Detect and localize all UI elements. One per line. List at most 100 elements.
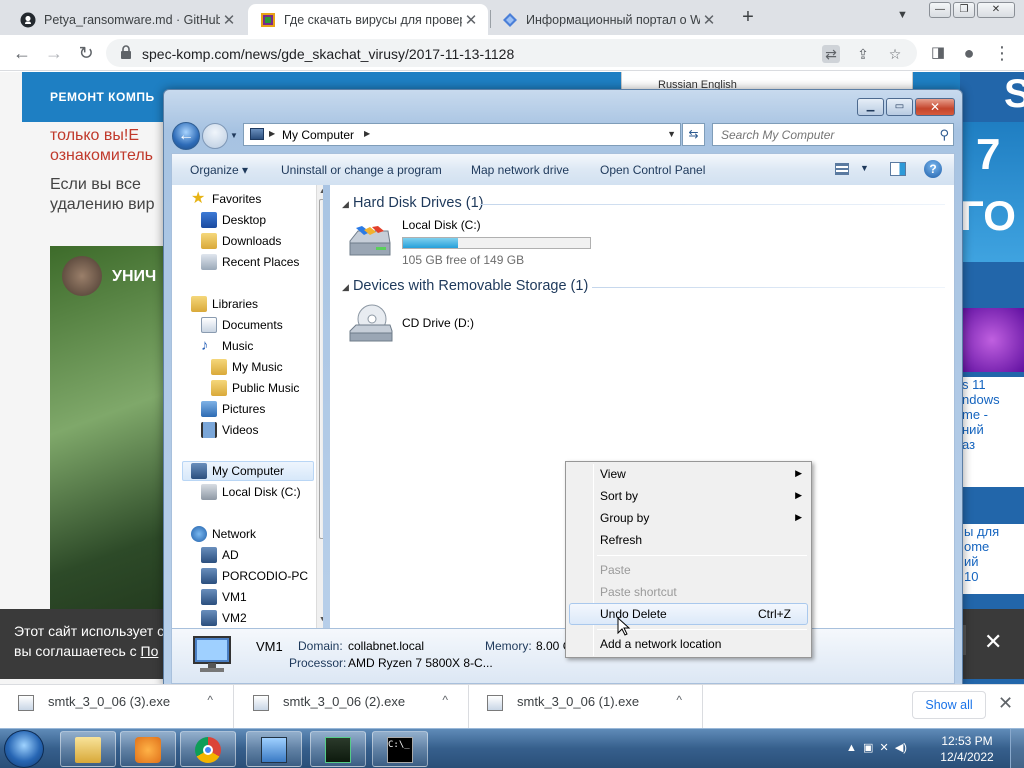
tab-info-portal[interactable]: Информационный портал о W ✕ [490, 4, 726, 35]
cookie-policy-link[interactable]: По [141, 643, 159, 659]
forward-arrow-icon[interactable]: → [42, 41, 66, 65]
menu-item-refresh[interactable]: Refresh [569, 529, 808, 551]
chevron-up-icon[interactable]: ^ [676, 693, 682, 707]
tab-search-chevron-icon[interactable]: ▼ [897, 9, 908, 21]
close-downloads-bar-icon[interactable]: ✕ [998, 693, 1013, 714]
open-control-panel-button[interactable]: Open Control Panel [600, 163, 705, 177]
refresh-icon[interactable]: ⇆ [682, 123, 705, 146]
menu-item-paste-shortcut[interactable]: Paste shortcut [569, 581, 808, 603]
nav-my-computer[interactable]: My Computer [182, 461, 314, 481]
taskbar-chrome[interactable] [180, 731, 236, 767]
search-icon[interactable]: ⚲ [939, 127, 949, 143]
group-removable-storage[interactable]: ◢ Devices with Removable Storage (1) [342, 278, 588, 294]
map-network-drive-button[interactable]: Map network drive [471, 163, 569, 177]
nav-network[interactable]: Network [191, 524, 256, 544]
menu-item-paste[interactable]: Paste [569, 559, 808, 581]
taskbar-task-manager[interactable] [310, 731, 366, 767]
nav-local-disk[interactable]: Local Disk (C:) [201, 482, 301, 502]
nav-network-porcodio[interactable]: PORCODIO-PC [201, 566, 308, 586]
explorer-minimize-button[interactable]: ▁ [857, 98, 884, 116]
menu-kebab-icon[interactable]: ⋮ [990, 41, 1014, 65]
taskbar-control-panel[interactable] [246, 731, 302, 767]
explorer-back-button[interactable]: ← [172, 122, 200, 150]
nav-network-vm2[interactable]: VM2 [201, 608, 247, 628]
taskbar-media-player[interactable] [120, 731, 176, 767]
cd-drive-icon[interactable] [346, 301, 396, 345]
ad-side-text[interactable]: s 11 ndows me - ний аз [960, 377, 1024, 487]
drive-c-name[interactable]: Local Disk (C:) [402, 218, 481, 232]
menu-item-add-network-location[interactable]: Add a network location [569, 633, 808, 655]
uninstall-program-button[interactable]: Uninstall or change a program [281, 163, 442, 177]
collapse-triangle-icon[interactable]: ◢ [342, 199, 349, 209]
collapse-triangle-icon[interactable]: ◢ [342, 282, 349, 292]
translate-icon[interactable]: ⇄ [822, 45, 840, 63]
breadcrumb-arrow-icon[interactable]: ▶ [364, 129, 370, 138]
tab-github[interactable]: Petya_ransomware.md · GitHub ✕ [8, 4, 246, 35]
taskbar-clock[interactable]: 12:53 PM 12/4/2022 [934, 733, 1000, 765]
explorer-forward-button[interactable] [202, 123, 228, 149]
nav-libraries[interactable]: Libraries [191, 294, 258, 314]
breadcrumb-arrow-icon[interactable]: ▶ [269, 129, 275, 138]
site-nav-item[interactable]: РЕМОНТ КОМПЬ [50, 90, 155, 104]
address-dropdown-icon[interactable]: ▼ [667, 129, 676, 139]
scroll-up-icon[interactable]: ▲ [319, 188, 323, 195]
back-arrow-icon[interactable]: ← [10, 41, 34, 65]
nav-desktop[interactable]: Desktop [201, 210, 266, 230]
nav-public-music[interactable]: Public Music [211, 378, 299, 398]
download-item[interactable]: smtk_3_0_06 (1).exe ^ [469, 685, 703, 729]
tab-close-icon[interactable]: ✕ [700, 11, 718, 29]
nav-favorites[interactable]: ★ Favorites [191, 189, 261, 209]
help-icon[interactable]: ? [924, 160, 942, 178]
nav-videos[interactable]: Videos [201, 420, 258, 440]
download-item[interactable]: smtk_3_0_06 (2).exe ^ [235, 685, 469, 729]
nav-pictures[interactable]: Pictures [201, 399, 265, 419]
nav-network-ad[interactable]: AD [201, 545, 239, 565]
nav-scroll-thumb[interactable] [319, 199, 323, 539]
menu-item-group-by[interactable]: Group by ▶ [569, 507, 808, 529]
hard-drive-icon[interactable] [346, 225, 394, 261]
organize-button[interactable]: Organize ▾ [190, 163, 248, 177]
view-options-dropdown-icon[interactable]: ▼ [860, 163, 869, 173]
change-view-icon[interactable] [835, 163, 849, 175]
nav-recent-places[interactable]: Recent Places [201, 252, 299, 272]
chevron-up-icon[interactable]: ^ [442, 693, 448, 707]
show-desktop-button[interactable] [1010, 729, 1024, 768]
translate-popup[interactable]: Russian English [621, 72, 913, 90]
group-hard-disk-drives[interactable]: ◢ Hard Disk Drives (1) [342, 195, 483, 211]
address-bar[interactable]: spec-komp.com/news/gde_skachat_virusy/20… [106, 39, 917, 67]
cookie-close-icon[interactable]: ✕ [984, 629, 1002, 655]
taskbar-command-prompt[interactable]: C:\_ [372, 731, 428, 767]
scroll-down-icon[interactable]: ▼ [319, 616, 323, 623]
nav-documents[interactable]: Documents [201, 315, 283, 335]
nav-downloads[interactable]: Downloads [201, 231, 281, 251]
reload-icon[interactable]: ↻ [74, 41, 98, 65]
share-icon[interactable]: ⇪ [854, 45, 872, 63]
explorer-address-bar[interactable]: ▶ My Computer ▶ ▼ [243, 123, 681, 146]
profile-avatar-icon[interactable]: ● [957, 41, 981, 65]
ad-banner[interactable]: 7 ГО [960, 122, 1024, 262]
ad-side-text[interactable]: ы для ome ий 10 [960, 524, 1024, 594]
explorer-maximize-button[interactable]: ▭ [886, 98, 913, 116]
explorer-close-button[interactable]: ✕ [915, 98, 955, 116]
close-window-button[interactable]: ✕ [977, 2, 1015, 18]
show-all-downloads-button[interactable]: Show all [912, 691, 986, 719]
nav-network-vm1[interactable]: VM1 [201, 587, 247, 607]
breadcrumb-my-computer[interactable]: My Computer [282, 128, 354, 142]
bookmark-star-icon[interactable]: ☆ [886, 45, 904, 63]
nav-my-music[interactable]: My Music [211, 357, 283, 377]
taskbar-explorer[interactable] [60, 731, 116, 767]
nav-music[interactable]: ♪ Music [201, 336, 253, 356]
drive-d-name[interactable]: CD Drive (D:) [402, 316, 474, 330]
right-ad-column[interactable]: 7 ГО S s 11 ndows me - ний аз ы для ome … [960, 72, 1024, 684]
restore-window-button[interactable]: ❐ [953, 2, 975, 18]
system-tray-icons[interactable]: ▲ ▣ ✕ ◀) [846, 741, 907, 754]
explorer-search-box[interactable]: ⚲ [712, 123, 954, 146]
tab-close-icon[interactable]: ✕ [462, 11, 480, 29]
start-button[interactable] [4, 730, 44, 768]
chevron-up-icon[interactable]: ^ [207, 693, 213, 707]
preview-pane-icon[interactable] [890, 162, 906, 176]
menu-item-sort-by[interactable]: Sort by ▶ [569, 485, 808, 507]
explorer-search-input[interactable] [713, 124, 933, 145]
side-panel-icon[interactable]: ◨ [926, 41, 950, 65]
new-tab-button[interactable]: + [737, 6, 759, 28]
